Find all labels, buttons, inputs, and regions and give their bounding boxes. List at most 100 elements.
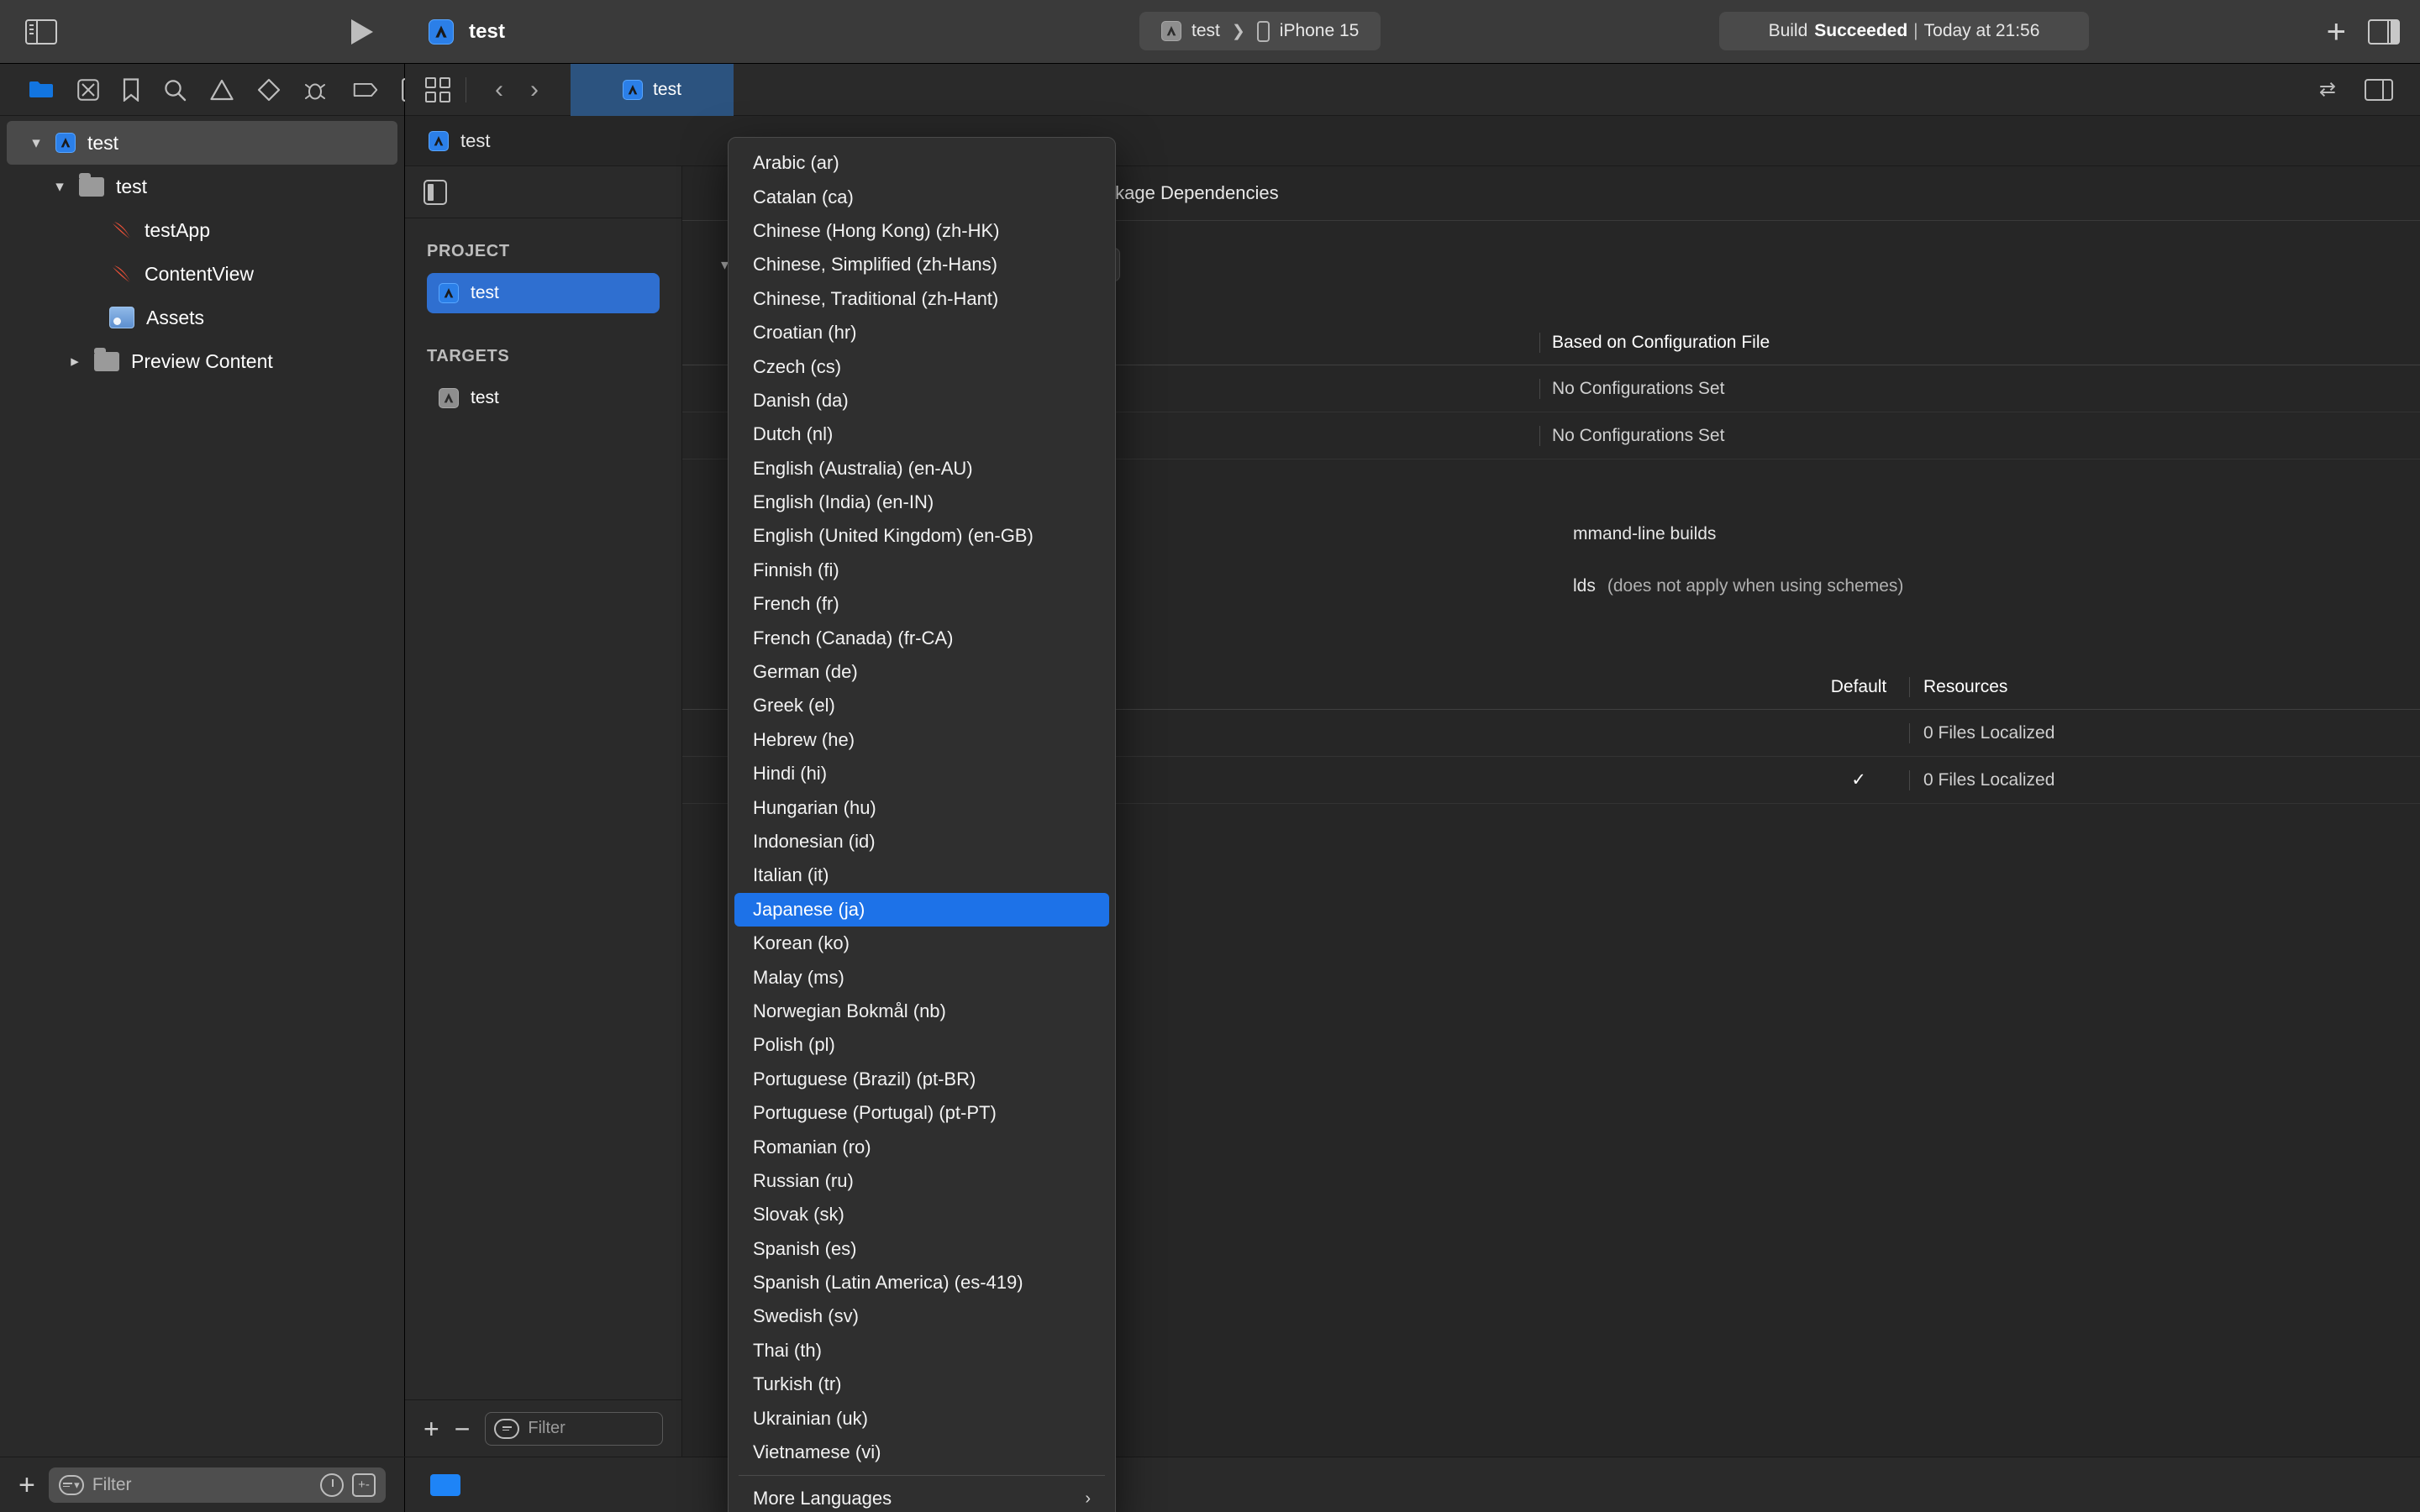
language-menu-item[interactable]: Portuguese (Portugal) (pt-PT) <box>734 1096 1109 1130</box>
language-menu-item[interactable]: Norwegian Bokmål (nb) <box>734 995 1109 1028</box>
language-menu-item[interactable]: Vietnamese (vi) <box>734 1436 1109 1469</box>
language-menu-item-label: Dutch (nl) <box>753 423 834 445</box>
scheme-segment[interactable]: test <box>1155 21 1227 41</box>
forward-icon[interactable]: › <box>517 76 552 104</box>
language-menu-item-label: Portuguese (Portugal) (pt-PT) <box>753 1102 997 1124</box>
language-menu-item[interactable]: Finnish (fi) <box>734 554 1109 587</box>
project-list-item-test[interactable]: test <box>427 273 660 313</box>
add-target-button[interactable]: + <box>424 1415 439 1442</box>
language-menu-item[interactable]: Portuguese (Brazil) (pt-BR) <box>734 1063 1109 1096</box>
language-menu-item[interactable]: Hebrew (he) <box>734 723 1109 757</box>
nav-row-preview-content[interactable]: ▸ Preview Content <box>0 339 404 383</box>
language-menu-item[interactable]: Arabic (ar) <box>734 146 1109 180</box>
destination-segment[interactable]: iPhone 15 <box>1250 20 1366 42</box>
language-menu-item[interactable]: Catalan (ca) <box>734 180 1109 213</box>
language-menu-item[interactable]: Korean (ko) <box>734 927 1109 960</box>
language-menu-item[interactable]: Hungarian (hu) <box>734 790 1109 824</box>
language-menu-item[interactable]: Polish (pl) <box>734 1028 1109 1062</box>
remove-target-button[interactable]: − <box>455 1415 471 1442</box>
project-filter-input[interactable]: Filter <box>485 1411 663 1446</box>
language-menu-item[interactable]: Ukrainian (uk) <box>734 1401 1109 1435</box>
language-menu-item[interactable]: Swedish (sv) <box>734 1299 1109 1333</box>
nav-row-file-testapp[interactable]: ▾ testApp <box>0 208 404 252</box>
config-value: No Configurations Set <box>1539 425 2420 446</box>
blue-marker-icon <box>430 1473 460 1496</box>
range-icon[interactable]: +- <box>352 1473 376 1497</box>
language-menu-item[interactable]: Thai (th) <box>734 1334 1109 1368</box>
language-menu-item[interactable]: Dutch (nl) <box>734 417 1109 451</box>
grid-icon[interactable] <box>425 76 450 102</box>
nav-item-label: Preview Content <box>131 349 273 372</box>
add-file-button[interactable]: + <box>18 1471 35 1499</box>
swap-arrows-icon[interactable]: ⇄ <box>2319 77 2336 102</box>
inspector-panel-icon[interactable] <box>424 179 447 205</box>
disclosure-triangle-icon[interactable]: ▸ <box>64 352 86 371</box>
scheme-destination-picker[interactable]: test ❯ iPhone 15 <box>1139 12 1381 50</box>
sidebar-right-icon[interactable] <box>2368 18 2400 45</box>
add-editor-button[interactable]: + <box>2327 15 2368 49</box>
clock-icon[interactable] <box>320 1473 344 1497</box>
bookmark-icon[interactable] <box>123 77 139 102</box>
language-menu-item[interactable]: Spanish (Latin America) (es-419) <box>734 1266 1109 1299</box>
language-menu-item[interactable]: Czech (cs) <box>734 349 1109 383</box>
language-menu-item[interactable]: Greek (el) <box>734 689 1109 722</box>
warning-icon[interactable] <box>210 77 234 102</box>
back-icon[interactable]: ‹ <box>481 76 517 104</box>
language-menu-item[interactable]: French (fr) <box>734 587 1109 621</box>
language-menu-item[interactable]: Russian (ru) <box>734 1164 1109 1198</box>
folder-icon[interactable] <box>29 77 54 102</box>
language-menu-item[interactable]: Romanian (ro) <box>734 1130 1109 1163</box>
language-menu-item[interactable]: Malay (ms) <box>734 960 1109 994</box>
debug-icon[interactable] <box>304 77 329 102</box>
language-menu-item[interactable]: Danish (da) <box>734 384 1109 417</box>
language-menu-item[interactable]: German (de) <box>734 655 1109 689</box>
status-badge[interactable]: Build Succeeded | Today at 21:56 <box>1719 12 2089 50</box>
language-menu-item[interactable]: French (Canada) (fr-CA) <box>734 621 1109 654</box>
language-dropdown-menu[interactable]: Arabic (ar) Catalan (ca) Chinese (Hong Kon… <box>728 137 1116 1512</box>
build-status-time: Today at 21:56 <box>1923 21 2040 40</box>
language-menu-item[interactable]: English (United Kingdom) (en-GB) <box>734 519 1109 553</box>
breakpoint-icon[interactable] <box>353 77 378 102</box>
language-menu-item[interactable]: Chinese, Simplified (zh-Hans) <box>734 248 1109 281</box>
language-menu-item[interactable]: Chinese (Hong Kong) (zh-HK) <box>734 214 1109 248</box>
app-icon <box>439 388 459 408</box>
language-menu-item[interactable]: Indonesian (id) <box>734 825 1109 858</box>
language-menu-item[interactable]: Slovak (sk) <box>734 1198 1109 1231</box>
language-menu-item[interactable]: Chinese, Traditional (zh-Hant) <box>734 282 1109 316</box>
tab-test[interactable]: test <box>571 63 734 116</box>
navigator-filter-input[interactable]: ▾ Filter +- <box>48 1467 386 1503</box>
column-header-default: Default <box>1830 676 1887 696</box>
breadcrumb[interactable]: test <box>405 116 2420 166</box>
test-diamond-icon[interactable] <box>257 77 281 102</box>
scheme-name: test <box>1192 21 1220 40</box>
language-menu-item[interactable]: Japanese (ja) <box>734 892 1109 927</box>
search-icon[interactable] <box>163 77 187 102</box>
config-value: No Configurations Set <box>1539 378 2420 399</box>
nav-row-group-test[interactable]: ▾ test <box>0 165 404 208</box>
language-menu-item[interactable]: Hindi (hi) <box>734 757 1109 790</box>
nav-row-file-contentview[interactable]: ▾ ContentView <box>0 252 404 296</box>
target-list-item-test[interactable]: test <box>427 378 660 418</box>
nav-row-project[interactable]: ▾ test <box>7 121 397 165</box>
source-control-icon[interactable] <box>77 77 99 102</box>
disclosure-triangle-icon[interactable]: ▾ <box>49 177 71 197</box>
sidebar-left-icon[interactable] <box>25 18 57 45</box>
nav-row-assets[interactable]: ▾ Assets <box>0 296 404 339</box>
split-editor-icon[interactable] <box>2365 78 2393 101</box>
navigator-pane: ▾ test ▾ test ▾ <box>0 64 420 1457</box>
language-menu-item[interactable]: Italian (it) <box>734 858 1109 892</box>
iphone-icon <box>1256 20 1270 42</box>
language-menu-item[interactable]: Croatian (hr) <box>734 316 1109 349</box>
language-menu-item[interactable]: Turkish (tr) <box>734 1368 1109 1401</box>
language-menu-item[interactable]: English (Australia) (en-AU) <box>734 452 1109 486</box>
section-header-project: PROJECT <box>427 242 510 260</box>
disclosure-triangle-icon[interactable]: ▾ <box>25 134 47 153</box>
language-menu-item-label: Catalan (ca) <box>753 186 854 207</box>
language-menu-item-label: Spanish (es) <box>753 1237 857 1259</box>
language-menu-item[interactable]: Spanish (es) <box>734 1232 1109 1266</box>
nav-item-label: test <box>87 131 119 154</box>
more-languages-label: More Languages <box>753 1488 892 1509</box>
menu-item-more-languages[interactable]: More Languages › <box>734 1482 1109 1512</box>
language-menu-item[interactable]: English (India) (en-IN) <box>734 486 1109 519</box>
play-icon[interactable] <box>351 18 373 45</box>
